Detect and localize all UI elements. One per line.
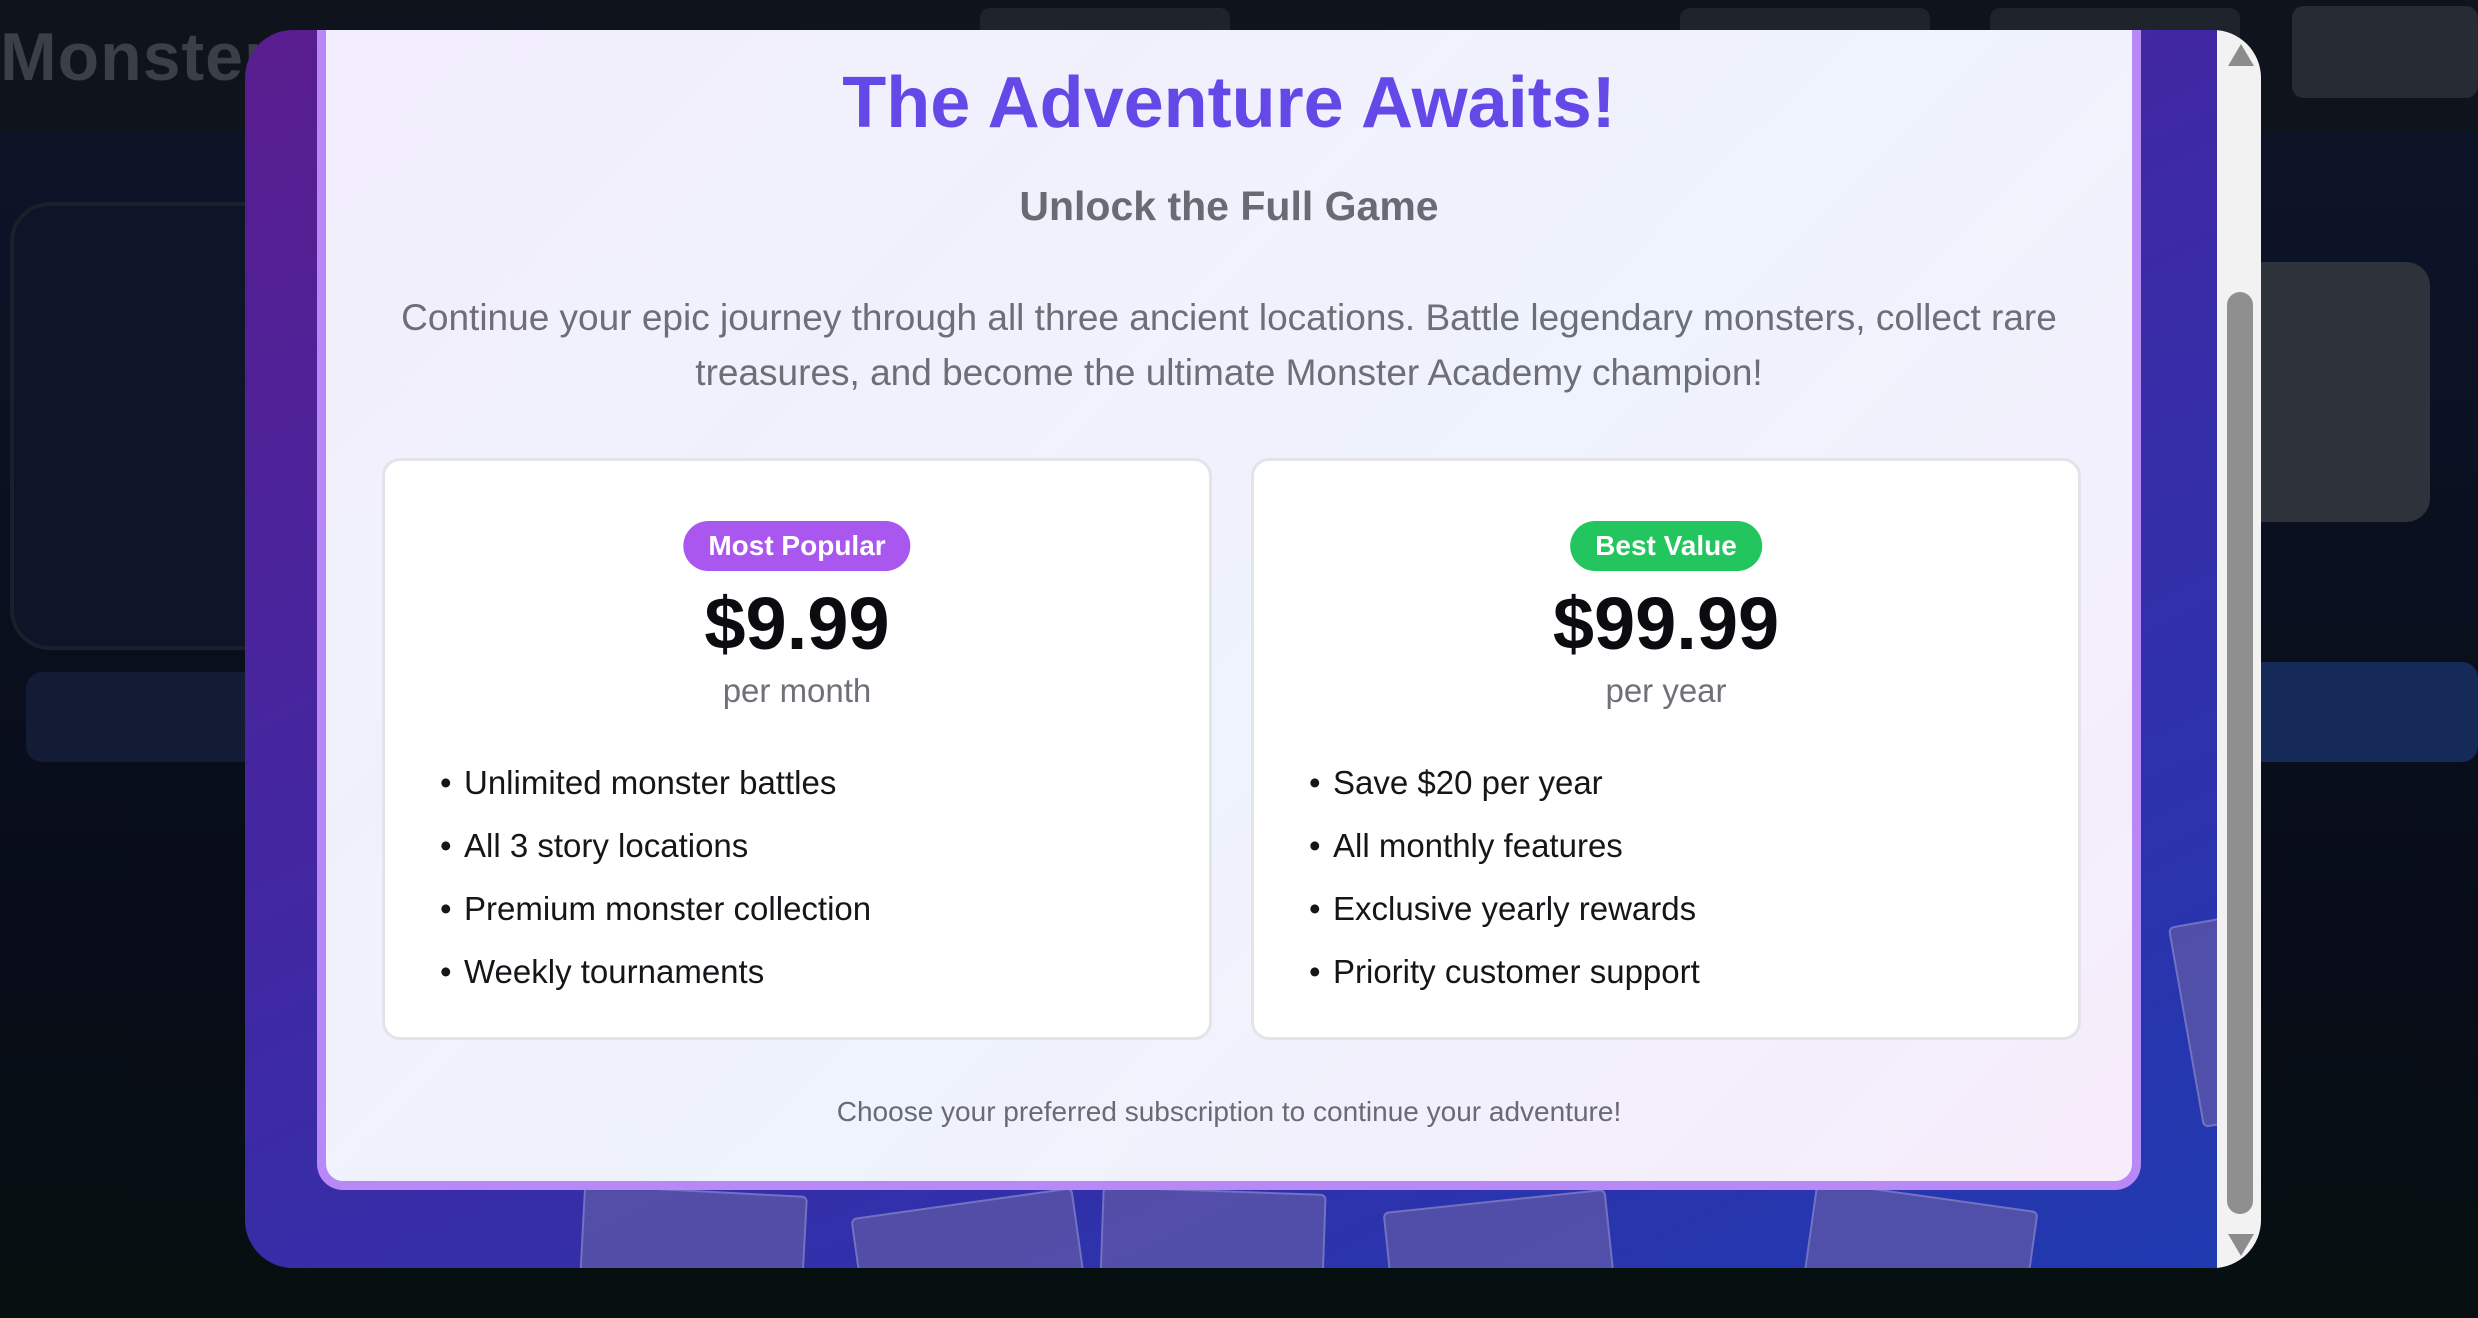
plan-period: per month — [722, 672, 872, 709]
subscription-modal: The Adventure Awaits! Unlock the Full Ga… — [245, 30, 2261, 1268]
plan-feature-text: Weekly tournaments — [464, 953, 765, 990]
plan-card-yearly[interactable]: Best Value $99.99 per year • Save $20 per… — [1251, 458, 2081, 1040]
most-popular-badge: Most Popular — [683, 521, 911, 571]
monster-card-decoration — [576, 1184, 808, 1268]
plan-feature-text: All monthly features — [1333, 827, 1623, 864]
plan-feature-text: Priority customer support — [1333, 953, 1700, 990]
plan-feature: • Priority customer support — [1309, 940, 1700, 1003]
monster-card-decoration — [1795, 1180, 2039, 1268]
monster-card-decoration — [1382, 1188, 1622, 1268]
bullet-icon: • — [440, 764, 452, 801]
plan-price: $99.99 — [1552, 582, 1780, 665]
plan-feature-text: Exclusive yearly rewards — [1333, 890, 1697, 927]
plan-feature: • Save $20 per year — [1309, 751, 1700, 814]
bullet-icon: • — [1309, 890, 1321, 927]
plan-feature-list: • Save $20 per year • All monthly features… — [1309, 751, 1700, 1003]
plan-feature-text: Premium monster collection — [464, 890, 872, 927]
modal-subtitle: Unlock the Full Game — [1019, 183, 1439, 229]
modal-description: Continue your epic journey through all t… — [401, 297, 2057, 393]
plan-feature-text: Save $20 per year — [1333, 764, 1603, 801]
scrollbar-thumb[interactable] — [2227, 292, 2253, 1214]
monster-card-decoration — [850, 1187, 1094, 1268]
scroll-down-arrow-icon[interactable] — [2228, 1234, 2254, 1256]
plan-feature: • All 3 story locations — [440, 814, 871, 877]
plan-feature: • All monthly features — [1309, 814, 1700, 877]
plan-feature-text: All 3 story locations — [464, 827, 749, 864]
modal-title: The Adventure Awaits! — [842, 63, 1616, 143]
subscription-footer-note: Choose your preferred subscription to co… — [836, 1096, 1622, 1127]
plan-card-monthly[interactable]: Most Popular $9.99 per month • Unlimited … — [382, 458, 1212, 1040]
bullet-icon: • — [440, 953, 452, 990]
best-value-badge: Best Value — [1570, 521, 1762, 571]
background-logo: Monster — [0, 19, 272, 95]
bullet-icon: • — [1309, 764, 1321, 801]
plan-price: $9.99 — [704, 582, 890, 665]
modal-scrollbar[interactable] — [2217, 30, 2261, 1268]
bullet-icon: • — [440, 890, 452, 927]
bullet-icon: • — [1309, 827, 1321, 864]
plan-feature: • Unlimited monster battles — [440, 751, 871, 814]
bullet-icon: • — [440, 827, 452, 864]
plan-feature: • Exclusive yearly rewards — [1309, 877, 1700, 940]
plan-feature: • Weekly tournaments — [440, 940, 871, 1003]
scroll-up-arrow-icon[interactable] — [2228, 44, 2254, 66]
monster-card-decoration — [1097, 1186, 1327, 1268]
plan-feature: • Premium monster collection — [440, 877, 871, 940]
modal-content: The Adventure Awaits! Unlock the Full Ga… — [317, 30, 2141, 1190]
background-header-button — [2292, 6, 2478, 98]
bullet-icon: • — [1309, 953, 1321, 990]
plan-feature-text: Unlimited monster battles — [464, 764, 837, 801]
plan-period: per year — [1605, 672, 1727, 709]
plan-feature-list: • Unlimited monster battles • All 3 story … — [440, 751, 871, 1003]
